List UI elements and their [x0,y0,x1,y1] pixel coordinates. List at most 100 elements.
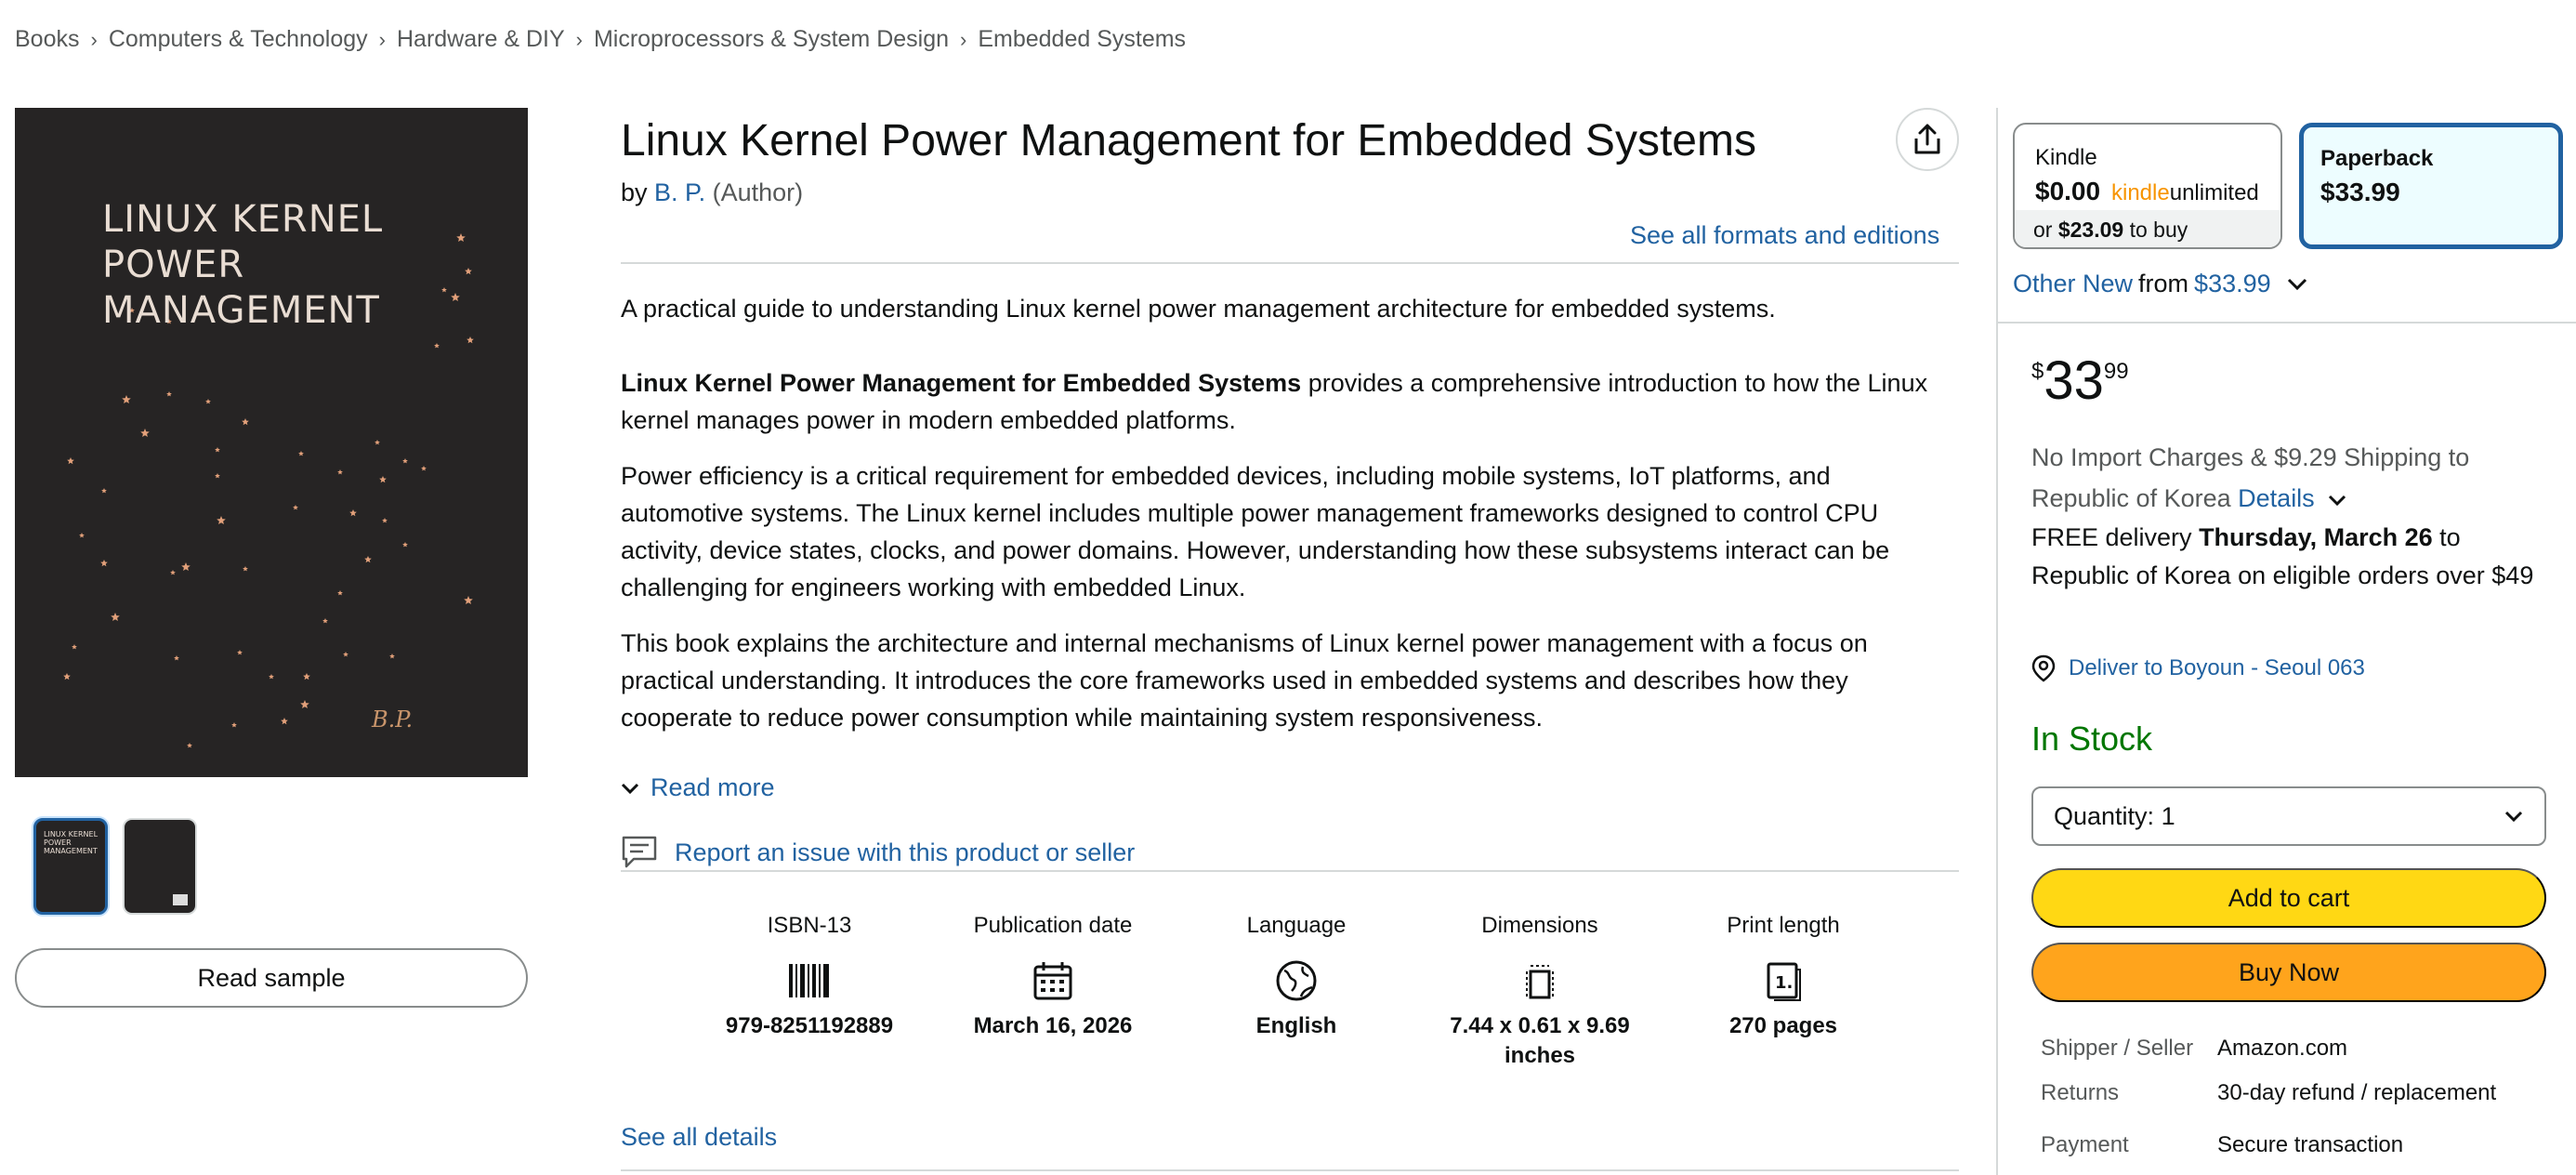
quantity-select[interactable]: Quantity: 1 [2031,786,2546,846]
thumbnail-back-cover[interactable] [123,818,197,915]
barcode-icon [173,894,188,905]
quantity-label: Quantity: [2054,801,2155,830]
buy-now-button[interactable]: Buy Now [2031,943,2546,1002]
deliver-to-location[interactable]: Deliver to Boyoun - Seoul 063 [2031,654,2365,682]
add-to-cart-button[interactable]: Add to cart [2031,868,2546,928]
breadcrumb-item-computers[interactable]: Computers & Technology [109,26,368,53]
price-currency: $ [2031,359,2044,384]
star-shape [237,650,243,655]
detail-value: English [1255,1013,1337,1038]
breadcrumb-item-books[interactable]: Books [15,26,79,53]
globe-icon [1276,960,1317,1001]
read-sample-button[interactable]: Read sample [15,948,528,1008]
chevron-down-icon [621,783,639,794]
detail-value: 7.44 x 0.61 x 9.69 inches [1450,1013,1630,1068]
quantity-value: 1 [2161,801,2175,830]
star-shape [337,469,343,475]
returns-policy-link[interactable]: 30-day refund / replacement [2217,1080,2496,1106]
returns-row: Returns 30-day refund / replacement [2041,1080,2496,1106]
format-kindle-option[interactable]: Kindle $0.00 kindleunlimited or $23.09 t… [2013,123,2282,249]
info-key: Returns [2041,1080,2120,1105]
delivery-date: Thursday, March 26 [2199,523,2433,551]
chevron-down-icon [2504,811,2523,823]
chevron-down-icon[interactable] [2327,494,2347,507]
star-shape [434,343,440,349]
other-new-offers[interactable]: Other New from $33.99 [2013,270,2308,298]
book-cover-image[interactable]: LINUX KERNEL POWER MANAGEMENT B.P. [15,108,528,777]
thumbnail-strip: LINUX KERNEL POWER MANAGEMENT [33,818,197,915]
cover-title-line: POWER [102,244,245,286]
info-key: Shipper / Seller [2041,1036,2194,1061]
report-issue-link[interactable]: Report an issue with this product or sel… [621,835,1135,870]
product-details-carousel: ISBN-13 979-8251192889 Publication date … [688,913,1905,1071]
shipping-details-link[interactable]: Details [2238,484,2315,512]
other-new-label[interactable]: Other New [2013,270,2133,298]
breadcrumb-separator-icon: › [960,27,967,51]
star-shape [389,654,395,659]
thumbnail-front-cover[interactable]: LINUX KERNEL POWER MANAGEMENT [33,818,108,915]
star-shape [181,562,191,571]
detail-label: Dimensions [1481,913,1598,938]
author-link[interactable]: B. P. [654,178,705,206]
format-name: Paperback [2320,146,2434,171]
breadcrumb-separator-icon: › [90,27,98,51]
chevron-down-icon[interactable] [2286,277,2308,292]
star-shape [242,418,249,426]
star-shape [166,391,172,397]
star-shape [303,673,310,680]
star-shape [187,743,192,748]
pages-icon: 1. [1767,962,1801,1001]
kindle-buy-price: or $23.09 to buy [2015,210,2280,247]
delivery-prefix: FREE delivery [2031,523,2192,551]
import-shipping-info: No Import Charges & $9.29 Shipping to Re… [2031,437,2552,519]
star-shape [63,673,71,680]
secure-transaction-link[interactable]: Secure transaction [2217,1132,2403,1158]
dimensions-icon [1526,965,1554,999]
star-shape [67,457,74,465]
kindle-alt-price: $23.09 [2057,218,2124,242]
breadcrumb-separator-icon: › [378,27,386,51]
deliver-to-label: Deliver to Boyoun - Seoul 063 [2069,655,2365,680]
other-new-price[interactable]: $33.99 [2194,270,2271,298]
description-paragraph-3: This book explains the architecture and … [621,629,1868,732]
see-all-details-link[interactable]: See all details [621,1123,777,1152]
ku-logo-a: kindle [2111,180,2170,205]
format-price: $33.99 [2320,178,2400,206]
star-shape [343,652,348,657]
svg-text:1.: 1. [1775,973,1793,993]
divider [1996,322,2576,323]
detail-label: ISBN-13 [767,913,852,938]
breadcrumb-item-embedded[interactable]: Embedded Systems [978,26,1186,53]
location-pin-icon [2031,654,2056,682]
thumbnail-title: LINUX KERNEL POWER MANAGEMENT [44,830,99,855]
price-display: $ 33 99 [2031,351,2129,411]
price-whole: 33 [2044,350,2104,411]
barcode-icon [789,964,829,997]
price-fraction: 99 [2103,359,2129,384]
star-shape [111,613,120,621]
detail-label: Language [1246,913,1347,938]
star-shape [451,293,460,301]
star-shape [441,287,447,293]
detail-label: Publication date [973,913,1133,938]
star-shape [100,560,108,567]
see-all-formats-link[interactable]: See all formats and editions [1630,221,1939,250]
star-shape [364,556,372,563]
breadcrumb-item-hardware[interactable]: Hardware & DIY [397,26,565,53]
star-shape [300,700,309,708]
star-shape [421,466,427,471]
kindle-unlimited-logo: kindleunlimited [2111,180,2259,206]
share-button[interactable] [1896,108,1959,171]
read-more-link[interactable]: Read more [621,773,775,802]
detail-print-length: Print length 1. 270 pages [1662,913,1905,1071]
star-shape [215,447,220,453]
star-shape [170,570,176,575]
cover-title-line: MANAGEMENT [102,289,380,332]
cover-title: LINUX KERNEL POWER MANAGEMENT [102,197,383,334]
quantity-text: Quantity: 1 [2054,802,2175,831]
breadcrumb-item-microprocessors[interactable]: Microprocessors & System Design [594,26,949,53]
format-paperback-option[interactable]: Paperback $33.99 [2299,123,2563,249]
format-name: Kindle [2035,145,2097,170]
detail-publication-date: Publication date March 16, 2026 [931,913,1175,1071]
star-shape [140,429,150,437]
